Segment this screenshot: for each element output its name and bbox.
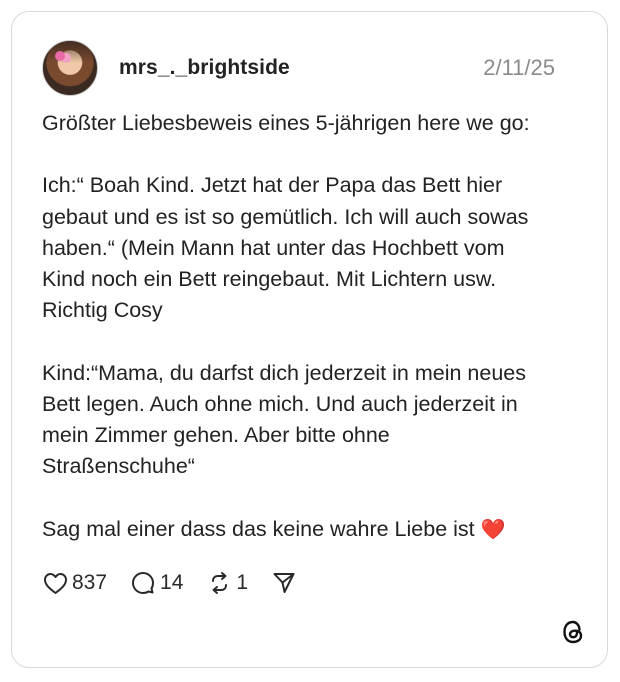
post-paragraph-2: Ich:“ Boah Kind. Jetzt hat der Papa das …: [42, 173, 529, 323]
repost-count: 1: [236, 571, 249, 594]
avatar[interactable]: [42, 40, 98, 96]
post-date: 2/11/25: [483, 55, 555, 80]
reply-button[interactable]: 14: [130, 570, 183, 596]
username[interactable]: mrs_._brightside: [119, 56, 290, 80]
red-heart-emoji: ❤️: [480, 518, 506, 541]
post-paragraph-1: Größter Liebesbeweis eines 5-jährigen he…: [42, 111, 530, 135]
post-paragraph-4: Sag mal einer dass das keine wahre Liebe…: [42, 514, 587, 546]
avatar-hair: [43, 41, 97, 63]
post-text: Größter Liebesbeweis eines 5-jährigen he…: [42, 108, 587, 546]
like-count: 837: [72, 571, 108, 594]
speech-bubble-icon: [130, 570, 156, 596]
repost-arrows-icon: [206, 570, 232, 596]
post-paragraph-4-text: Sag mal einer dass das keine wahre Liebe…: [42, 516, 475, 541]
avatar-flower: [55, 51, 65, 61]
threads-logo-icon[interactable]: [558, 617, 588, 647]
reply-count: 14: [160, 571, 184, 594]
like-button[interactable]: 837: [42, 570, 107, 596]
post-header: mrs_._brightside 2/11/25: [42, 38, 555, 98]
share-button[interactable]: [271, 570, 297, 596]
post-paragraph-3: Kind:“Mama, du darfst dich jederzeit in …: [42, 360, 526, 479]
post-actions: 837 14 1: [42, 568, 320, 598]
send-paper-plane-icon: [271, 570, 297, 596]
repost-button[interactable]: 1: [206, 570, 248, 596]
heart-outline-icon: [42, 570, 68, 596]
post-card: mrs_._brightside 2/11/25 Größter Liebesb…: [11, 11, 608, 668]
